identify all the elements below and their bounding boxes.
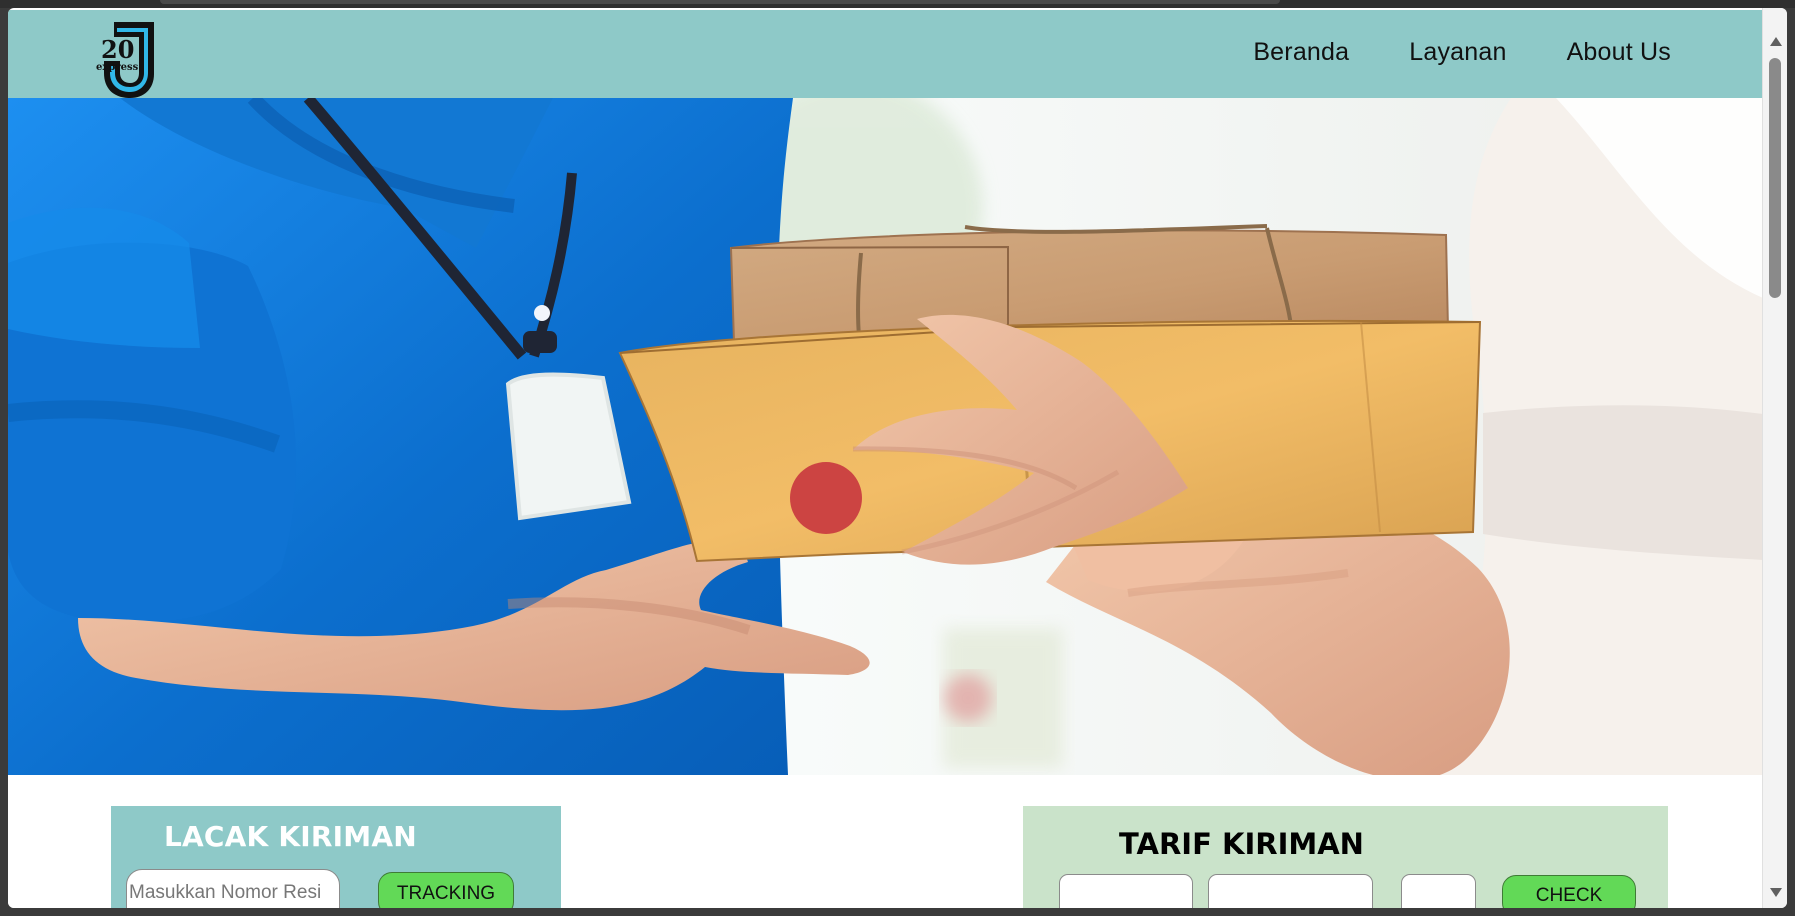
scrollbar-thumb[interactable]	[1769, 58, 1781, 298]
chevron-up-icon[interactable]	[1770, 37, 1782, 46]
tracking-panel: LACAK KIRIMAN TRACKING	[111, 806, 561, 908]
tracking-button[interactable]: TRACKING	[378, 872, 514, 908]
nav-item-beranda[interactable]: Beranda	[1253, 38, 1349, 67]
shipping-rate-title: TARIF KIRIMAN	[1119, 827, 1364, 861]
logo-subtitle: express	[96, 62, 139, 73]
weight-field[interactable]	[1401, 874, 1476, 908]
tracking-number-input[interactable]	[126, 869, 340, 908]
chevron-down-icon[interactable]	[1770, 888, 1782, 897]
browser-window: 20 express Beranda Layanan About Us LACA…	[8, 8, 1787, 908]
nav-item-about-us[interactable]: About Us	[1567, 38, 1671, 67]
browser-top-tab	[160, 0, 1280, 4]
shipping-rate-panel: TARIF KIRIMAN CHECK	[1023, 806, 1668, 908]
express-logo-icon[interactable]: 20 express	[96, 20, 168, 100]
logo-number: 20	[101, 35, 134, 64]
delivery-hero-image	[8, 98, 1763, 775]
shipping-tools-section: LACAK KIRIMAN TRACKING TARIF KIRIMAN CHE…	[8, 775, 1763, 908]
courier-package-illustration	[8, 98, 1763, 775]
site-header: 20 express Beranda Layanan About Us	[8, 10, 1763, 98]
origin-field[interactable]	[1059, 874, 1193, 908]
nav-item-layanan[interactable]: Layanan	[1409, 38, 1506, 67]
destination-field[interactable]	[1208, 874, 1373, 908]
main-navigation: Beranda Layanan About Us	[1253, 38, 1671, 67]
check-rate-button[interactable]: CHECK	[1502, 875, 1636, 908]
window-top-frame	[0, 0, 1795, 8]
tracking-title: LACAK KIRIMAN	[164, 820, 417, 853]
vertical-scrollbar[interactable]	[1762, 8, 1787, 908]
